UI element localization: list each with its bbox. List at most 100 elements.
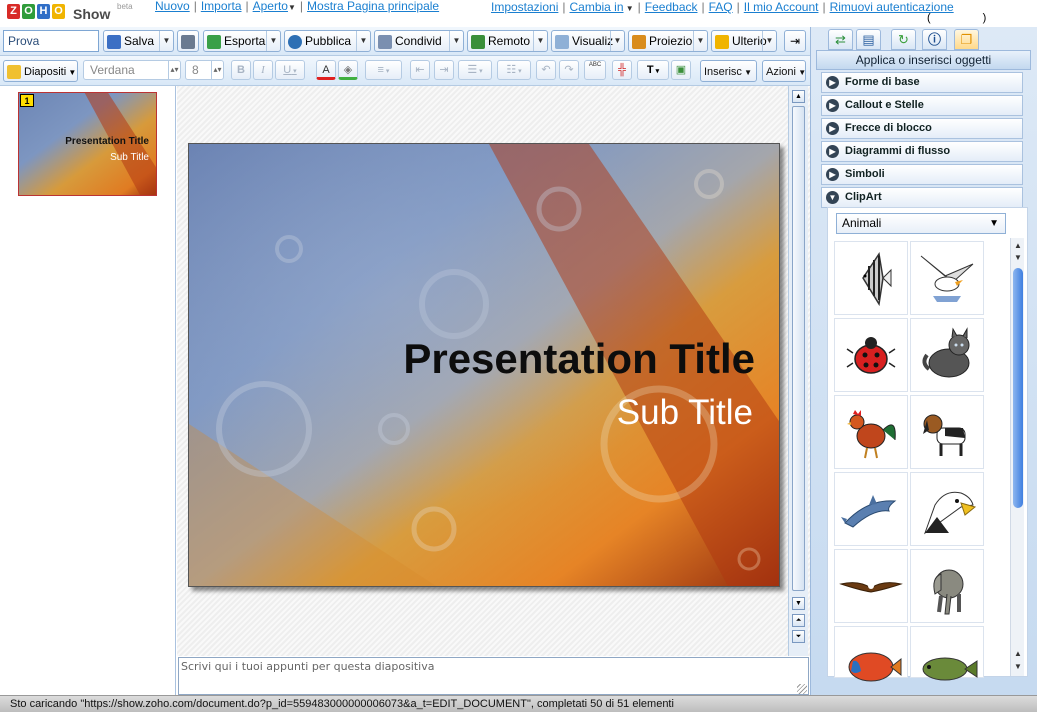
- apply-icon[interactable]: ⇄: [828, 29, 853, 50]
- resize-grip-icon[interactable]: [797, 684, 807, 694]
- scrollbar-thumb[interactable]: [1013, 268, 1023, 508]
- save-button[interactable]: Salva ▼: [103, 30, 174, 52]
- indent-increase-button[interactable]: ⇥: [434, 60, 454, 80]
- clipart-cat[interactable]: [910, 318, 984, 392]
- copy-icon[interactable]: ❐: [954, 29, 979, 50]
- app-window: Z O H O Show beta Nuovo | Importa | Aperto▼ |…: [0, 0, 1037, 712]
- numbered-list-button[interactable]: ☷ ▾: [497, 60, 531, 80]
- print-button[interactable]: [177, 30, 199, 52]
- slide-title-textbox[interactable]: Presentation Title: [403, 335, 755, 383]
- zoho-show-logo[interactable]: Z O H O Show beta: [7, 2, 133, 24]
- font-size-select[interactable]: 8 ▴▾: [185, 60, 224, 80]
- more-button[interactable]: Ulterio ▼: [711, 30, 777, 52]
- save-label: Salva: [124, 34, 155, 48]
- remote-button[interactable]: Remoto ▼: [467, 30, 548, 52]
- current-slide[interactable]: Presentation Title Sub Title: [188, 143, 780, 587]
- bullet-list-button[interactable]: ☰ ▾: [458, 60, 492, 80]
- slide-subtitle-textbox[interactable]: Sub Title: [617, 393, 753, 433]
- document-name-input[interactable]: Prova: [3, 30, 99, 52]
- clipart-eagle[interactable]: [910, 472, 984, 546]
- nav-open-link[interactable]: Aperto: [253, 0, 288, 13]
- chevron-down-icon[interactable]: ▼: [159, 31, 173, 51]
- nav-switch-link[interactable]: Cambia in: [570, 0, 624, 14]
- section-flowcharts[interactable]: ▶ Diagrammi di flusso: [821, 141, 1023, 162]
- scroll-down-icon[interactable]: ▼: [1012, 661, 1024, 673]
- text-color-button[interactable]: A: [316, 60, 336, 80]
- nav-account-link[interactable]: Il mio Account: [744, 0, 819, 14]
- refresh-icon[interactable]: ↻: [891, 29, 916, 50]
- section-block-arrows[interactable]: ▶ Frecce di blocco: [821, 118, 1023, 139]
- next-slide-icon[interactable]: ⏷: [792, 630, 805, 643]
- slides-menu-button[interactable]: Diapositi ▼: [3, 60, 78, 82]
- scroll-up-icon[interactable]: ▲: [1012, 240, 1024, 252]
- bold-button[interactable]: B: [231, 60, 251, 80]
- clipart-category-select[interactable]: Animali ▼: [836, 213, 1006, 234]
- nav-homepage-link[interactable]: Mostra Pagina principale: [307, 0, 439, 13]
- exit-button[interactable]: ⇥: [784, 30, 806, 52]
- indent-decrease-button[interactable]: ⇤: [410, 60, 430, 80]
- scroll-up-icon[interactable]: ▲: [1012, 648, 1024, 660]
- chevron-down-icon[interactable]: ▼: [610, 31, 624, 51]
- nav-new-link[interactable]: Nuovo: [155, 0, 190, 13]
- chevron-updown-icon: ▴▾: [211, 61, 223, 79]
- share-label: Condivid: [395, 34, 442, 48]
- scroll-up-icon[interactable]: ▲: [792, 90, 805, 103]
- chevron-down-icon[interactable]: ▼: [266, 31, 280, 51]
- clipart-fish[interactable]: [910, 626, 984, 681]
- chevron-down-icon[interactable]: ▼: [762, 31, 776, 51]
- nav-faq-link[interactable]: FAQ: [709, 0, 733, 14]
- chevron-down-icon[interactable]: ▼: [449, 31, 463, 51]
- clipart-dog[interactable]: [910, 395, 984, 469]
- slide-thumbnail[interactable]: Presentation Title Sub Title: [18, 92, 157, 196]
- clipart-angelfish[interactable]: [834, 241, 908, 315]
- section-basic-shapes[interactable]: ▶ Forme di base: [821, 72, 1023, 93]
- undo-button[interactable]: ↶: [536, 60, 556, 80]
- section-callouts-stars[interactable]: ▶ Callout e Stelle: [821, 95, 1023, 116]
- align-button[interactable]: ≡ ▾: [365, 60, 402, 80]
- table-button[interactable]: ╬: [612, 60, 632, 80]
- clipart-rooster[interactable]: [834, 395, 908, 469]
- insert-menu-button[interactable]: Inserisc ▼: [700, 60, 757, 82]
- scrollbar-thumb[interactable]: [792, 106, 805, 591]
- spellcheck-button[interactable]: ABC: [584, 60, 606, 80]
- section-label: Frecce di blocco: [845, 122, 932, 134]
- redo-button[interactable]: ↷: [559, 60, 579, 80]
- clipart-ladybug[interactable]: [834, 318, 908, 392]
- clipart-scrollbar[interactable]: ▲ ▼ ▲ ▼: [1010, 238, 1024, 676]
- clipart-tropical-fish[interactable]: [834, 626, 908, 682]
- scroll-down-icon[interactable]: ▼: [1012, 252, 1024, 264]
- dolphin-icon: [841, 495, 897, 528]
- previous-slide-icon[interactable]: ⏶: [792, 614, 805, 627]
- chevron-down-icon[interactable]: ▼: [356, 31, 370, 51]
- font-family-select[interactable]: Verdana ▴▾: [83, 60, 181, 80]
- clipart-elephant[interactable]: [910, 549, 984, 623]
- image-button[interactable]: ▣: [671, 60, 691, 80]
- clipart-seagull[interactable]: [910, 241, 984, 315]
- slide-notes-textarea[interactable]: Scrivi qui i tuoi appunti per questa dia…: [178, 657, 809, 695]
- section-clipart[interactable]: ▼ ClipArt: [821, 187, 1023, 208]
- chevron-down-icon[interactable]: ▼: [693, 31, 707, 51]
- chevron-down-icon[interactable]: ▼: [533, 31, 547, 51]
- textbox-button[interactable]: T ▾: [637, 60, 669, 80]
- globe-icon: [288, 34, 302, 49]
- scroll-down-icon[interactable]: ▼: [792, 597, 805, 610]
- share-button[interactable]: Condivid ▼: [374, 30, 464, 52]
- clipart-dolphin[interactable]: [834, 472, 908, 546]
- section-symbols[interactable]: ▶ Simboli: [821, 164, 1023, 185]
- expand-icon: ▶: [826, 145, 839, 158]
- projection-button[interactable]: Proiezio ▼: [628, 30, 708, 52]
- export-button[interactable]: Esporta ▼: [203, 30, 281, 52]
- layout-icon[interactable]: ▤: [856, 29, 881, 50]
- view-button[interactable]: Visualiz ▼: [551, 30, 625, 52]
- fill-color-button[interactable]: ◈: [338, 60, 358, 80]
- info-icon[interactable]: ⓘ: [922, 29, 947, 50]
- underline-button[interactable]: U ▾: [275, 60, 305, 80]
- publish-button[interactable]: Pubblica ▼: [284, 30, 371, 52]
- nav-settings-link[interactable]: Impostazioni: [491, 0, 558, 14]
- editor-vertical-scrollbar[interactable]: ▲ ▼ ⏶ ⏷: [788, 86, 808, 656]
- italic-button[interactable]: I: [253, 60, 273, 80]
- nav-import-link[interactable]: Importa: [201, 0, 242, 13]
- actions-menu-button[interactable]: Azioni ▼: [762, 60, 806, 82]
- nav-feedback-link[interactable]: Feedback: [645, 0, 698, 14]
- clipart-eagle-flying[interactable]: [834, 549, 908, 623]
